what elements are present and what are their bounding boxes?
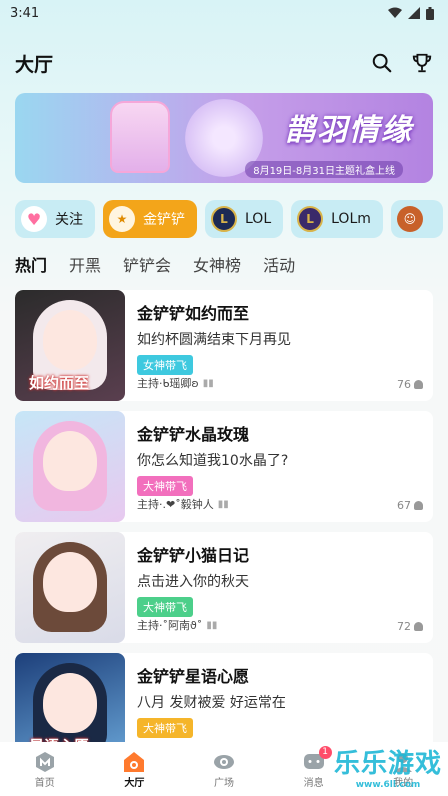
room-card[interactable]: 金铲铲水晶玫瑰 你怎么知道我10水晶了? 大神带飞 主持·.❤˚毅钟人 ▮▮ 67 <box>15 411 433 522</box>
audio-bars-icon: ▮▮ <box>202 377 214 389</box>
room-badge: 大神带飞 <box>137 718 193 738</box>
room-thumbnail <box>15 411 125 522</box>
signal-icon <box>408 7 420 19</box>
unread-badge: 1 <box>318 745 332 759</box>
promo-banner[interactable]: 鹊羽情缘 8月19日-8月31日主题礼盒上线 <box>15 93 433 183</box>
nav-label: 首页 <box>34 777 55 789</box>
golden-spatula-icon: ★ <box>109 206 135 232</box>
tab-events[interactable]: 活动 <box>263 252 295 276</box>
room-description: 八月 发财被爱 好运常在 <box>137 695 286 711</box>
room-description: 点击进入你的秋天 <box>137 574 249 590</box>
room-name: 金铲铲星语心愿 <box>137 667 250 686</box>
status-time: 3:41 <box>10 5 40 21</box>
room-badge: 女神带飞 <box>137 355 193 375</box>
banner-subtitle: 8月19日-8月31日主题礼盒上线 <box>245 161 403 178</box>
member-count: 72 <box>397 620 423 633</box>
lantern-decoration <box>110 101 170 173</box>
member-count: 67 <box>397 499 423 512</box>
watermark-logo: 乐乐游戏 www.6ll.com <box>334 743 442 790</box>
room-host: 主持·ᑲ瑶卿ʚ ▮▮ <box>137 375 214 391</box>
tab-goddess-rank[interactable]: 女神榜 <box>193 252 241 276</box>
tab-hot[interactable]: 热门 <box>15 252 47 276</box>
lolm-icon: L <box>297 206 324 232</box>
nav-home[interactable]: 首页 <box>15 750 75 789</box>
tab-team[interactable]: 开黑 <box>69 252 101 276</box>
room-card[interactable]: 金铲铲小猫日记 点击进入你的秋天 大神带飞 主持·˚阿南ϑ˚ ▮▮ 72 <box>15 532 433 643</box>
host-name: 主持·ᑲ瑶卿ʚ <box>137 377 199 390</box>
nav-label: 广场 <box>213 777 234 789</box>
room-description: 如约杯圆满结束下月再见 <box>137 332 291 348</box>
category-chips: ♥ 关注 ★ 金铲铲 L LOL L LOLm ☺ <box>15 200 448 240</box>
room-name: 金铲铲如约而至 <box>137 304 250 323</box>
host-name: 主持·˚阿南ϑ˚ <box>137 619 203 632</box>
room-list: 如约而至 金铲铲如约而至 如约杯圆满结束下月再见 女神带飞 主持·ᑲ瑶卿ʚ ▮▮ … <box>15 290 433 774</box>
wifi-icon <box>388 7 402 18</box>
category-lolm[interactable]: L LOLm <box>291 200 383 238</box>
hall-icon <box>124 751 145 772</box>
room-host: 主持·.❤˚毅钟人 ▮▮ <box>137 496 229 512</box>
battery-icon <box>426 6 434 20</box>
category-follow[interactable]: ♥ 关注 <box>15 200 95 238</box>
room-badge: 大神带飞 <box>137 597 193 617</box>
category-golden-spatula[interactable]: ★ 金铲铲 <box>103 200 197 238</box>
trophy-icon[interactable] <box>411 52 433 74</box>
category-lol[interactable]: L LOL <box>205 200 284 238</box>
room-name: 金铲铲水晶玫瑰 <box>137 425 250 444</box>
host-name: 主持·.❤˚毅钟人 <box>137 498 214 511</box>
nav-plaza[interactable]: 广场 <box>194 750 254 789</box>
lol-icon: L <box>211 206 237 232</box>
nav-label: 大厅 <box>124 777 145 789</box>
nav-hall[interactable]: 大厅 <box>104 750 164 789</box>
count-value: 76 <box>397 378 411 391</box>
heart-icon: ♥ <box>21 206 47 232</box>
person-icon <box>414 501 423 510</box>
room-host: 主持·˚阿南ϑ˚ ▮▮ <box>137 617 217 633</box>
thumbnail-caption: 如约而至 <box>29 374 90 392</box>
plaza-icon <box>213 754 234 769</box>
search-icon[interactable] <box>371 52 393 74</box>
person-icon <box>414 380 423 389</box>
watermark-text: 乐乐游戏 <box>333 749 442 779</box>
nav-label: 消息 <box>303 777 324 789</box>
room-thumbnail: 如约而至 <box>15 290 125 401</box>
category-label: 金铲铲 <box>143 212 185 228</box>
room-name: 金铲铲小猫日记 <box>137 546 250 565</box>
audio-bars-icon: ▮▮ <box>217 498 229 510</box>
tab-spatula-club[interactable]: 铲铲会 <box>123 252 171 276</box>
status-icons <box>388 6 434 20</box>
audio-bars-icon: ▮▮ <box>206 619 218 631</box>
room-card[interactable]: 如约而至 金铲铲如约而至 如约杯圆满结束下月再见 女神带飞 主持·ᑲ瑶卿ʚ ▮▮ … <box>15 290 433 401</box>
status-bar: 3:41 <box>0 0 448 26</box>
category-label: LOL <box>245 211 272 227</box>
count-value: 67 <box>397 499 411 512</box>
count-value: 72 <box>397 620 411 633</box>
banner-title: 鹊羽情缘 <box>285 113 413 148</box>
member-count: 76 <box>397 378 423 391</box>
tab-bar: 热门 开黑 铲铲会 女神榜 活动 <box>15 252 295 276</box>
category-label: LOLm <box>331 211 371 227</box>
category-game-hero[interactable]: ☺ <box>390 200 443 238</box>
header: 大厅 <box>15 48 433 78</box>
page-title: 大厅 <box>15 53 54 76</box>
game-hero-icon: ☺ <box>396 206 423 232</box>
home-icon <box>35 751 54 772</box>
room-description: 你怎么知道我10水晶了? <box>137 453 289 469</box>
category-label: 关注 <box>55 212 83 228</box>
person-icon <box>414 622 423 631</box>
room-badge: 大神带飞 <box>137 476 193 496</box>
watermark-url: www.6ll.com <box>355 780 421 790</box>
room-thumbnail <box>15 532 125 643</box>
